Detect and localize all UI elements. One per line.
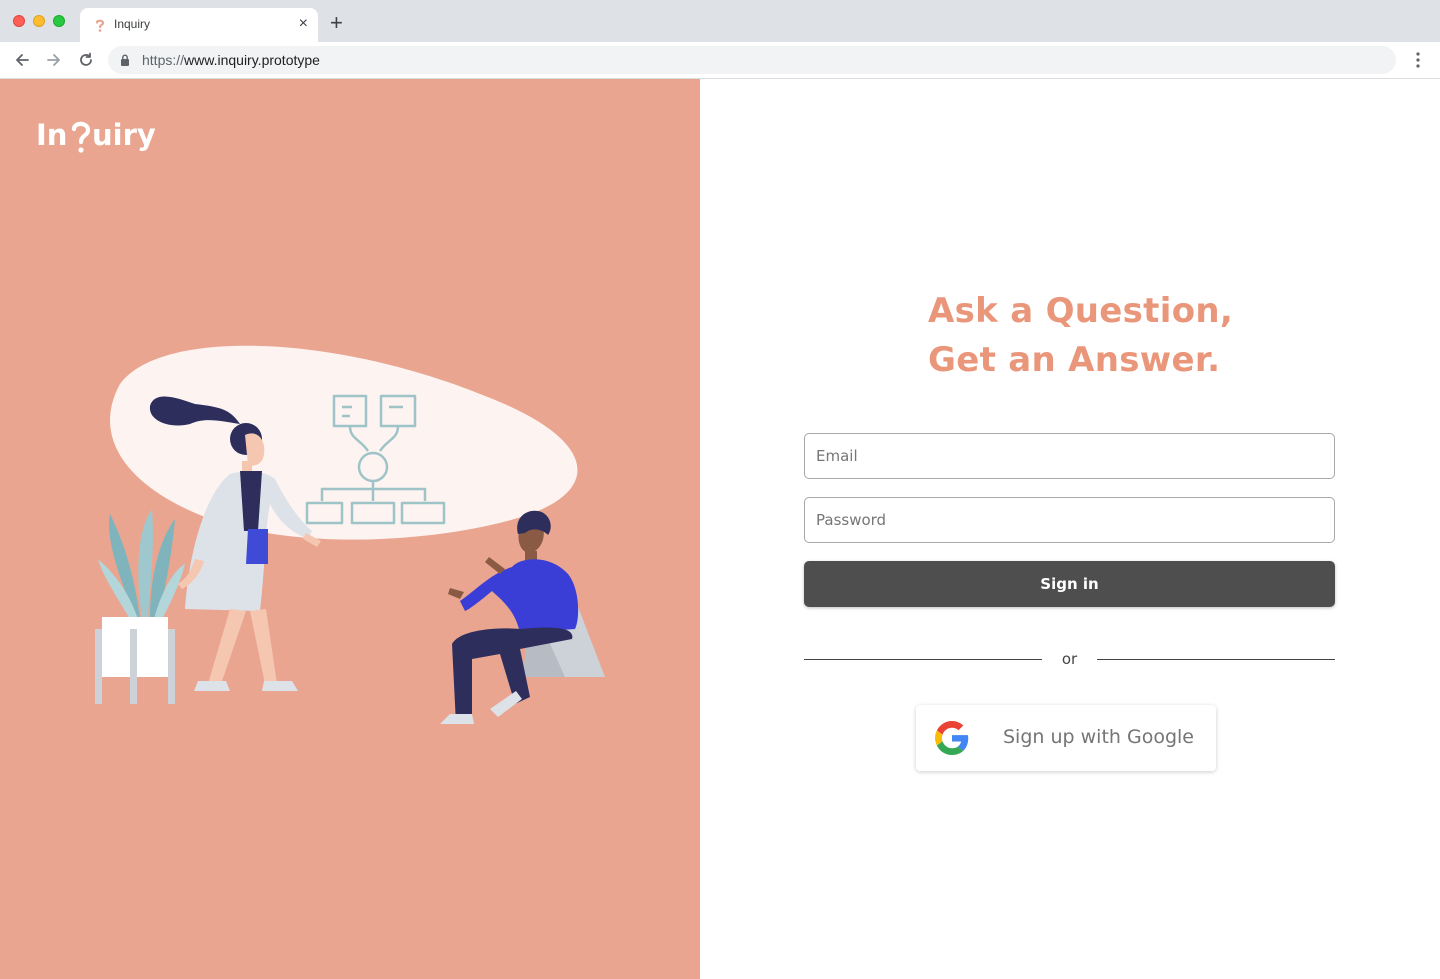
browser-tab[interactable]: Inquiry ×: [80, 8, 318, 42]
question-mark-favicon: [95, 19, 105, 32]
page-title: Ask a Question, Get an Answer.: [928, 287, 1248, 385]
lock-icon: [121, 54, 129, 66]
menu-dots-icon[interactable]: [1410, 51, 1426, 69]
close-window-button[interactable]: [13, 15, 25, 27]
svg-text:In: In: [36, 118, 67, 152]
or-divider-text: or: [1061, 650, 1078, 668]
divider-right: [1097, 659, 1335, 660]
reload-icon[interactable]: [77, 51, 95, 69]
address-bar[interactable]: https://www.inquiry.prototype: [108, 46, 1396, 74]
sign-in-button[interactable]: Sign in: [804, 561, 1335, 607]
email-field[interactable]: [804, 433, 1335, 479]
password-field[interactable]: [804, 497, 1335, 543]
google-icon: [935, 721, 969, 755]
browser-tab-strip: Inquiry × +: [0, 0, 1440, 42]
url-host: www.inquiry.prototype: [184, 52, 320, 68]
divider-left: [804, 659, 1042, 660]
tab-title: Inquiry: [114, 17, 151, 31]
google-signup-button[interactable]: Sign up with Google: [916, 705, 1216, 771]
headline-line-2: Get an Answer.: [928, 340, 1221, 380]
maximize-window-button[interactable]: [53, 15, 65, 27]
forward-arrow-icon[interactable]: [45, 51, 63, 69]
new-tab-button[interactable]: +: [330, 12, 343, 34]
signin-panel: Ask a Question, Get an Answer. Sign in o…: [700, 79, 1440, 979]
tab-close-icon[interactable]: ×: [299, 15, 308, 33]
headline-line-1: Ask a Question,: [928, 291, 1234, 331]
inquiry-logo: In uiry: [36, 118, 156, 153]
url-scheme: https://: [142, 52, 185, 68]
brand-panel: In uiry: [0, 79, 700, 979]
minimize-window-button[interactable]: [33, 15, 45, 27]
google-signup-label: Sign up with Google: [1003, 726, 1194, 748]
browser-toolbar: https://www.inquiry.prototype: [0, 42, 1440, 79]
back-arrow-icon[interactable]: [13, 51, 31, 69]
collaboration-illustration: [95, 345, 605, 724]
url-text: https://www.inquiry.prototype: [142, 52, 320, 68]
svg-text:uiry: uiry: [92, 118, 156, 152]
